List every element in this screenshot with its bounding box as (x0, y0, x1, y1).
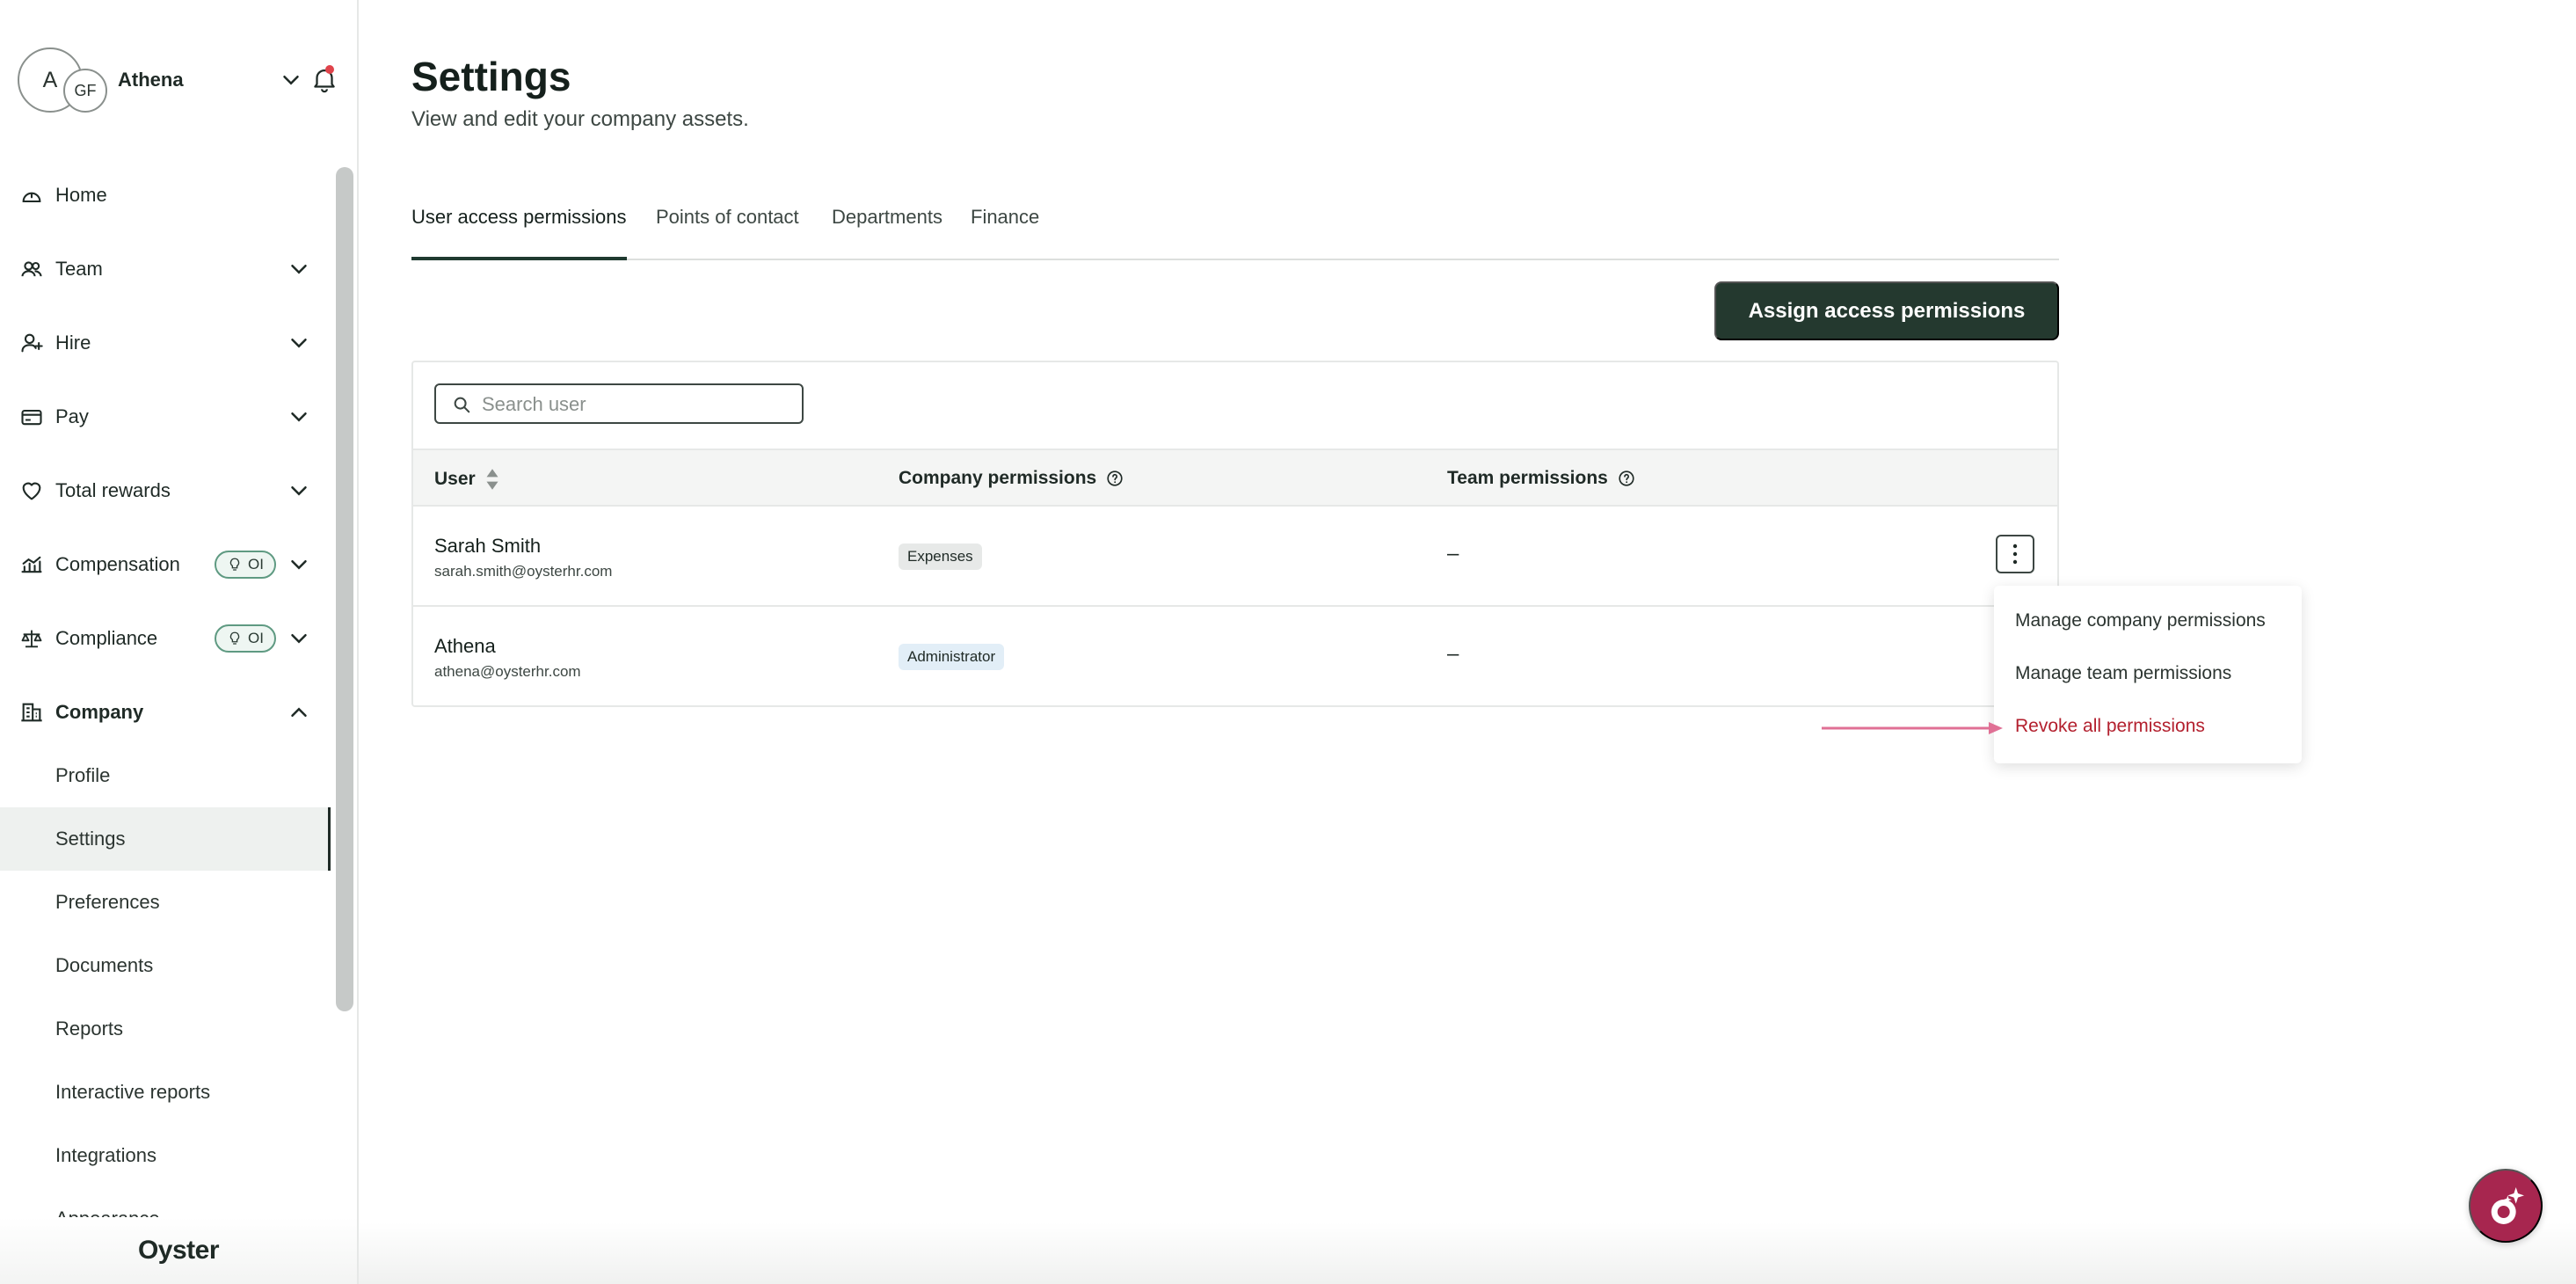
account-switcher[interactable]: A GF Athena (18, 47, 343, 116)
home-icon (22, 192, 41, 203)
company-avatar: GF (63, 69, 107, 113)
search-input[interactable] (482, 390, 790, 419)
help-circle-icon[interactable] (1105, 469, 1124, 488)
sidebar-subitem-preferences[interactable]: Preferences (0, 871, 331, 934)
sidebar-nav: Home Team Hire Pay Total rewards Compens… (0, 164, 332, 1217)
column-team-permissions-label: Team permissions (1447, 468, 1608, 488)
user-email: sarah.smith@oysterhr.com (434, 563, 613, 580)
bottom-fade (359, 1222, 2576, 1284)
notification-dot (325, 65, 334, 74)
sidebar-item-label: Team (55, 258, 103, 280)
sidebar-item-label: Total rewards (55, 479, 171, 501)
chevron-up-icon (291, 707, 307, 717)
oi-badge: OI (215, 624, 276, 653)
table-row: Sarah Smith sarah.smith@oysterhr.com Exp… (413, 507, 2057, 607)
sidebar-subitem-documents[interactable]: Documents (0, 934, 331, 997)
more-vertical-icon (2012, 544, 2018, 565)
sidebar-item-label: Hire (55, 332, 91, 354)
sidebar-item-hire[interactable]: Hire (0, 311, 332, 375)
user-name: Sarah Smith (434, 535, 542, 557)
company-permission-tag: Expenses (899, 544, 982, 570)
heart-icon (22, 482, 41, 500)
column-team-permissions: Team permissions (1447, 468, 1636, 489)
page-title: Settings (411, 54, 571, 99)
search-field[interactable] (434, 383, 804, 424)
team-permission-value: – (1447, 642, 1459, 666)
sidebar-item-label: Compliance (55, 627, 158, 649)
compensation-icon (21, 556, 42, 573)
sidebar-scrollbar[interactable] (336, 167, 353, 1011)
sidebar-subitem-profile[interactable]: Profile (0, 744, 331, 807)
sidebar-item-compliance[interactable]: Compliance OI (0, 607, 332, 670)
account-name: Athena (118, 69, 184, 91)
permissions-table: User Company permissions Team permission… (411, 361, 2059, 707)
sparkle-chat-icon (2491, 1187, 2524, 1224)
chevron-down-icon (291, 339, 307, 348)
team-icon (21, 261, 42, 277)
oi-badge: OI (215, 551, 276, 579)
scales-icon (21, 630, 42, 648)
help-chat-button[interactable] (2469, 1169, 2543, 1243)
chevron-down-icon (291, 486, 307, 496)
chevron-down-icon (291, 412, 307, 422)
sidebar-subitem-reports[interactable]: Reports (0, 997, 331, 1061)
sidebar-item-team[interactable]: Team (0, 237, 332, 301)
oyster-logo: Oyster (137, 1236, 220, 1265)
sidebar-item-label: Pay (55, 405, 89, 427)
settings-tabs: User access permissions Points of contac… (411, 193, 2059, 260)
page-subtitle: View and edit your company assets. (411, 107, 749, 131)
row-actions-button[interactable] (1996, 535, 2034, 573)
sidebar: A GF Athena Home Team Hire Pay Total rew… (0, 0, 359, 1284)
sidebar-item-compensation[interactable]: Compensation OI (0, 533, 332, 596)
oi-badge-label: OI (248, 630, 264, 646)
column-company-permissions-label: Company permissions (899, 468, 1097, 488)
tab-points-of-contact[interactable]: Points of contact (656, 206, 799, 260)
hire-icon (21, 333, 43, 353)
building-icon (21, 703, 42, 722)
sort-icon[interactable] (484, 468, 500, 491)
annotation-arrow (1822, 722, 2003, 734)
menu-item-manage-team-permissions[interactable]: Manage team permissions (2015, 663, 2231, 684)
sidebar-item-home[interactable]: Home (0, 164, 332, 227)
sidebar-subitem-interactive-reports[interactable]: Interactive reports (0, 1061, 331, 1124)
sidebar-subitem-appearance[interactable]: Appearance (0, 1187, 331, 1217)
brand-footer: Oyster (0, 1217, 357, 1284)
tab-finance[interactable]: Finance (971, 206, 1039, 260)
chevron-down-icon (291, 265, 307, 274)
sidebar-item-pay[interactable]: Pay (0, 385, 332, 449)
pay-icon (21, 409, 42, 426)
sidebar-subitem-settings[interactable]: Settings (0, 807, 331, 871)
column-user-label: User (434, 469, 476, 489)
sidebar-subitem-integrations[interactable]: Integrations (0, 1124, 331, 1187)
assign-access-permissions-button[interactable]: Assign access permissions (1714, 281, 2059, 340)
sidebar-item-label: Home (55, 184, 107, 206)
user-email: athena@oysterhr.com (434, 663, 581, 680)
table-header: User Company permissions Team permission… (413, 449, 2057, 507)
sidebar-item-label: Compensation (55, 553, 180, 575)
table-row: Athena athena@oysterhr.com Administrator… (413, 607, 2057, 707)
column-user[interactable]: User (434, 468, 500, 491)
chevron-down-icon (291, 560, 307, 570)
lightbulb-icon (229, 558, 240, 571)
column-company-permissions: Company permissions (899, 468, 1124, 489)
team-permission-value: – (1447, 542, 1459, 565)
company-permission-tag: Administrator (899, 644, 1005, 670)
tab-departments[interactable]: Departments (832, 206, 942, 260)
menu-item-manage-company-permissions[interactable]: Manage company permissions (2015, 610, 2266, 631)
lightbulb-icon (229, 631, 240, 645)
row-actions-menu: Manage company permissions Manage team p… (1994, 586, 2302, 763)
bell-icon[interactable] (309, 63, 339, 95)
user-name: Athena (434, 635, 496, 657)
search-icon (454, 397, 470, 413)
chevron-down-icon (291, 634, 307, 644)
help-circle-icon[interactable] (1617, 469, 1636, 488)
menu-item-revoke-all-permissions[interactable]: Revoke all permissions (2015, 716, 2205, 737)
sidebar-item-company[interactable]: Company (0, 681, 332, 744)
chevron-down-icon[interactable] (278, 67, 304, 93)
oi-badge-label: OI (248, 556, 264, 573)
sidebar-item-total-rewards[interactable]: Total rewards (0, 459, 332, 522)
tab-user-access-permissions[interactable]: User access permissions (411, 206, 627, 260)
sidebar-item-label: Company (55, 701, 144, 723)
